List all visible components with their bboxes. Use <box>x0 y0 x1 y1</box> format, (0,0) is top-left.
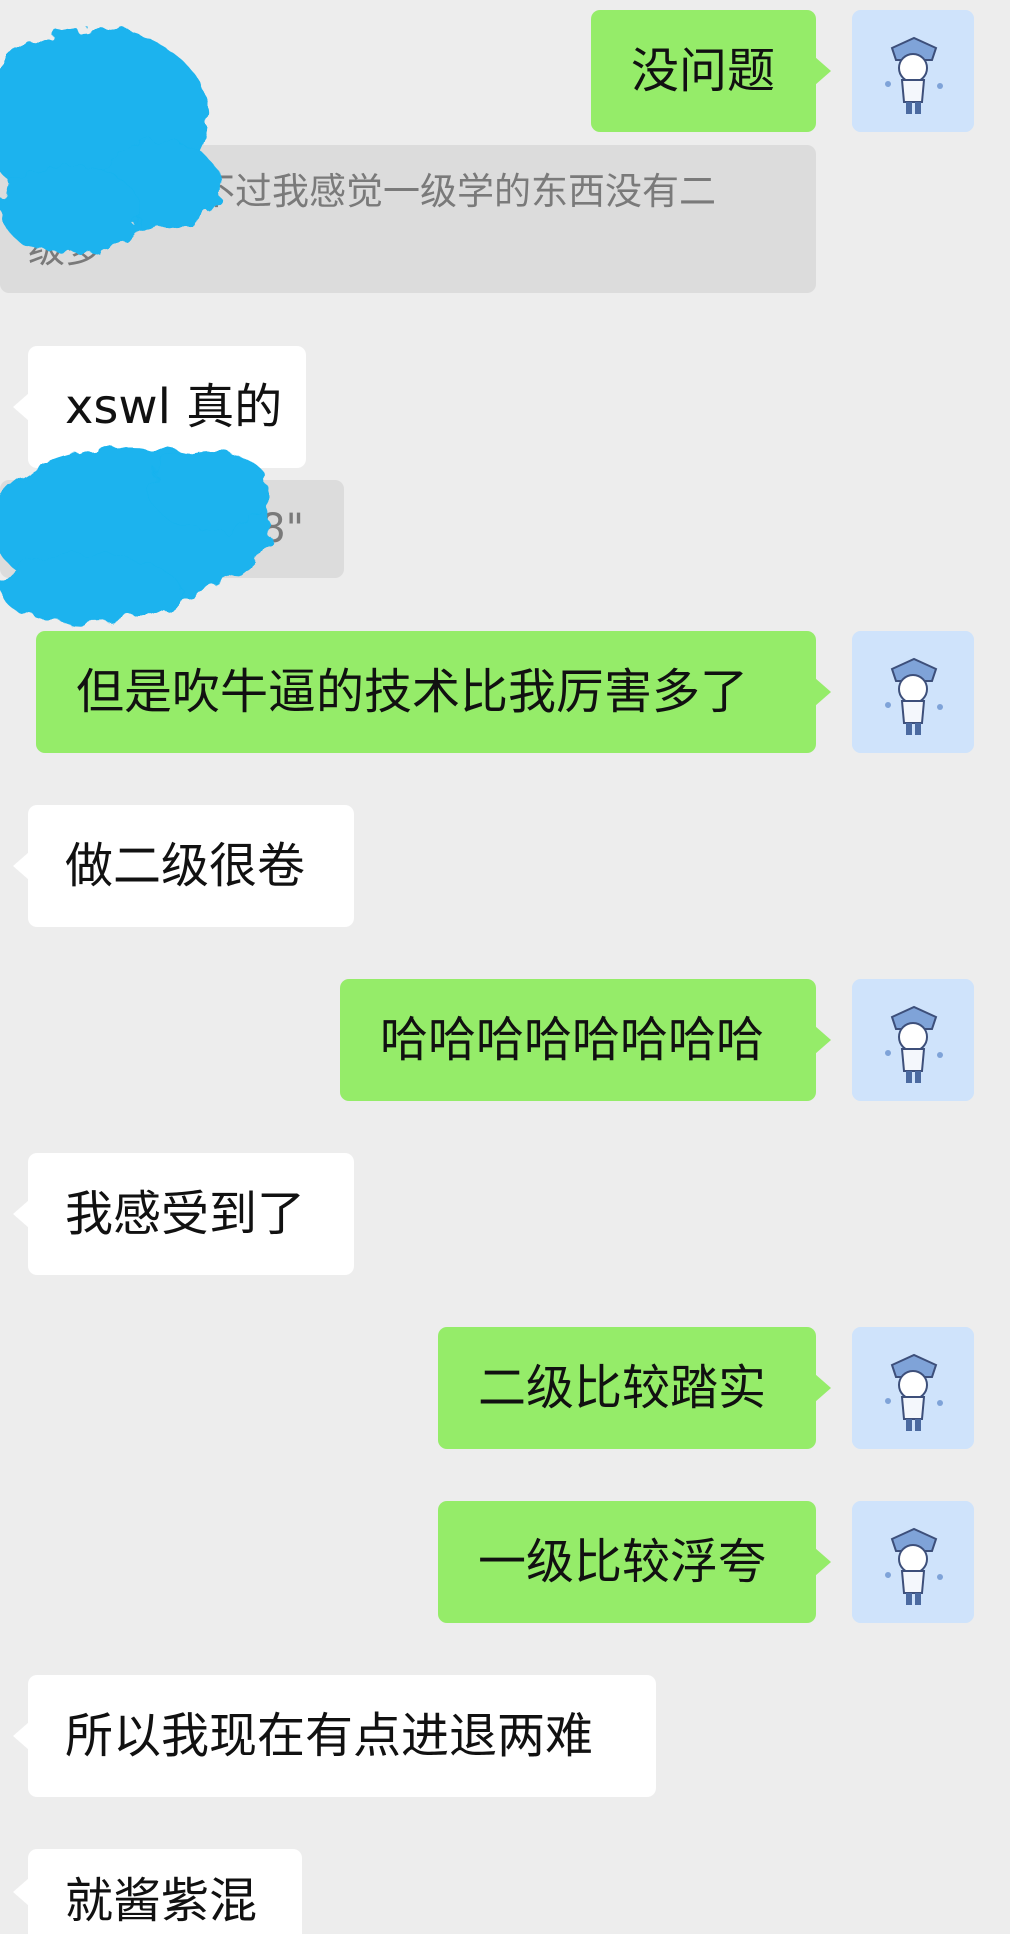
message-received-5[interactable]: 就酱紫混 <box>13 1849 302 1934</box>
avatar[interactable] <box>852 631 974 753</box>
chat-view[interactable]: 没问题 不过我感觉一级学的东西没有二 级多 xswl 真的 ) 8" 但是吹牛逼… <box>0 0 1010 1934</box>
message-text: 但是吹牛逼的技术比我厉害多了 <box>76 664 749 720</box>
avatar-icon <box>852 10 974 132</box>
message-received-1[interactable]: xswl 真的 <box>13 346 306 468</box>
message-text: 就酱紫混 <box>65 1873 258 1929</box>
message-sent-4[interactable]: 二级比较踏实 <box>438 1327 831 1449</box>
message-text: xswl 真的 <box>65 379 283 435</box>
quoted-voice-message[interactable]: ) 8" <box>0 480 344 578</box>
message-text: 没问题 <box>631 43 776 99</box>
voice-duration: 8" <box>260 506 304 552</box>
message-received-4[interactable]: 所以我现在有点进退两难 <box>13 1675 656 1797</box>
avatar[interactable] <box>852 979 974 1101</box>
message-sent-2[interactable]: 但是吹牛逼的技术比我厉害多了 <box>36 631 831 753</box>
message-text: 我感受到了 <box>65 1186 306 1242</box>
message-received-3[interactable]: 我感受到了 <box>13 1153 354 1275</box>
quoted-message[interactable]: 不过我感觉一级学的东西没有二 级多 <box>0 145 816 293</box>
message-sent-3[interactable]: 哈哈哈哈哈哈哈哈 <box>340 979 831 1101</box>
avatar-icon <box>852 631 974 753</box>
message-text: 一级比较浮夸 <box>478 1534 767 1590</box>
message-sent-5[interactable]: 一级比较浮夸 <box>438 1501 831 1623</box>
message-text: 哈哈哈哈哈哈哈哈 <box>380 1012 765 1068</box>
avatar[interactable] <box>852 1501 974 1623</box>
message-text: 所以我现在有点进退两难 <box>65 1708 594 1764</box>
avatar-icon <box>852 1501 974 1623</box>
avatar-icon <box>852 979 974 1101</box>
avatar[interactable] <box>852 10 974 132</box>
avatar[interactable] <box>852 1327 974 1449</box>
message-sent-1[interactable]: 没问题 <box>591 10 831 132</box>
message-received-2[interactable]: 做二级很卷 <box>13 805 354 927</box>
quoted-text-line1: 不过我感觉一级学的东西没有二 <box>198 170 716 213</box>
message-text: 做二级很卷 <box>65 838 306 894</box>
voice-wave-icon: ) <box>240 508 255 550</box>
avatar-icon <box>852 1327 974 1449</box>
quoted-text-line2: 级多 <box>28 228 102 271</box>
message-text: 二级比较踏实 <box>478 1360 767 1416</box>
